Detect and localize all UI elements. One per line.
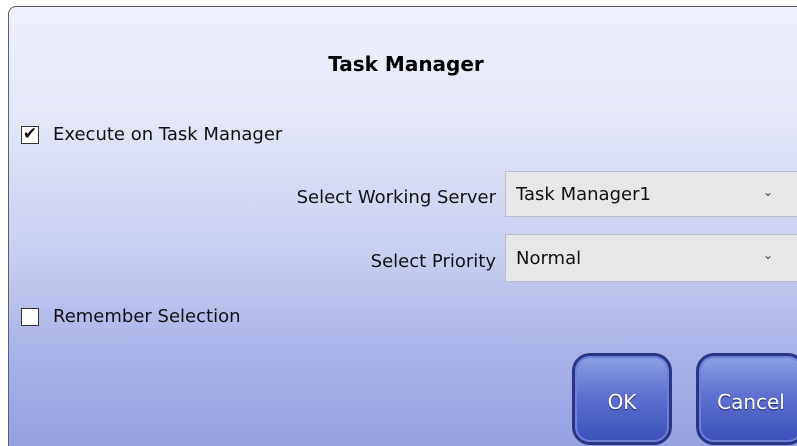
priority-label: Select Priority [370, 251, 496, 272]
remember-selection-option[interactable]: Remember Selection [21, 306, 241, 327]
execute-checkbox[interactable]: ✔ [21, 124, 39, 144]
priority-select[interactable]: Normal ⌄ [505, 234, 797, 282]
task-manager-dialog: Task Manager ✔ Execute on Task Manager S… [8, 6, 797, 446]
working-server-value: Task Manager1 [516, 183, 651, 205]
chevron-down-icon: ⌄ [762, 185, 773, 199]
ok-button[interactable]: OK [572, 353, 672, 445]
execute-checkbox-label: Execute on Task Manager [53, 124, 283, 145]
cancel-button[interactable]: Cancel [696, 353, 797, 445]
working-server-select[interactable]: Task Manager1 ⌄ [505, 171, 797, 217]
execute-on-task-manager-option[interactable]: ✔ Execute on Task Manager [21, 124, 282, 145]
checkmark-icon: ✔ [22, 124, 38, 144]
remember-checkbox[interactable] [21, 307, 39, 326]
priority-value: Normal [516, 247, 582, 269]
dialog-title: Task Manager [328, 52, 484, 76]
chevron-down-icon: ⌄ [762, 248, 773, 262]
remember-checkbox-label: Remember Selection [53, 306, 241, 327]
working-server-label: Select Working Server [296, 187, 496, 208]
